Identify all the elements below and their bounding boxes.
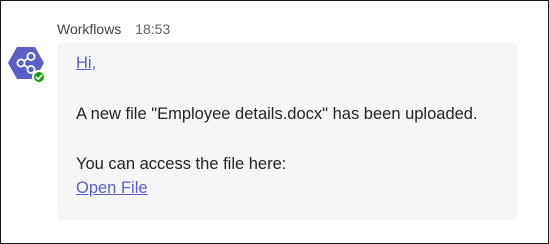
- open-file-link[interactable]: Open File: [76, 179, 148, 198]
- sender-name: Workflows: [57, 21, 122, 37]
- chat-message-frame: Workflows 18:53 Hi, A new file "Employee…: [0, 0, 549, 244]
- message-bubble: Hi, A new file "Employee details.docx" h…: [57, 42, 518, 220]
- available-check-icon: [35, 74, 43, 80]
- available-status-badge: [32, 70, 46, 84]
- message-timestamp: 18:53: [135, 21, 171, 37]
- message-header: Workflows 18:53: [57, 21, 170, 37]
- access-instructions-text: You can access the file here:: [76, 155, 287, 173]
- greeting-link[interactable]: Hi,: [76, 54, 96, 73]
- message-body-text: A new file "Employee details.docx" has b…: [76, 105, 478, 123]
